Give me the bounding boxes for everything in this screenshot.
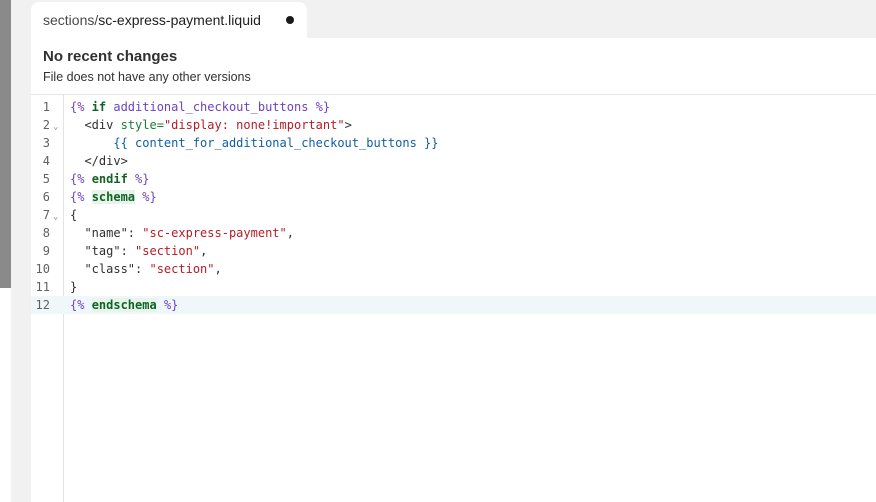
liquid-keyword: endif <box>91 172 128 186</box>
unsaved-indicator-icon[interactable] <box>286 16 294 24</box>
code-line-12[interactable]: 12 {% endschema %} <box>31 296 876 314</box>
code-line-9[interactable]: 9 "tag": "section", <box>31 242 876 260</box>
line-number: 10 <box>35 262 50 276</box>
brace: } <box>70 280 78 294</box>
code-area[interactable]: 1 {% if additional_checkout_buttons %} 2… <box>31 95 876 502</box>
punctuation: , <box>214 262 222 276</box>
code-line-6[interactable]: 6 {% schema %} <box>31 188 876 206</box>
line-number: 3 <box>42 136 50 150</box>
line-number: 6 <box>42 190 50 204</box>
line-number: 2 <box>42 118 50 132</box>
code-line-5[interactable]: 5 {% endif %} <box>31 170 876 188</box>
code-text: {% schema %} <box>70 188 157 206</box>
html-attribute: style= <box>120 118 164 132</box>
version-status-title: No recent changes <box>43 48 178 65</box>
html-tag: </div> <box>70 154 128 168</box>
liquid-keyword: schema <box>91 190 136 204</box>
liquid-object: content_for_additional_checkout_buttons <box>135 136 417 150</box>
code-text: {% endif %} <box>70 170 150 188</box>
liquid-keyword: if <box>84 100 114 114</box>
line-number: 7 <box>42 208 50 222</box>
code-line-10[interactable]: 10 "class": "section", <box>31 260 876 278</box>
tab-path-dir: sections/ <box>43 12 99 28</box>
code-line-11[interactable]: 11 } <box>31 278 876 296</box>
string-value: "display: none!important" <box>163 118 345 132</box>
code-line-2[interactable]: 2 ⌄ <div style="display: none!important"… <box>31 116 876 134</box>
code-text: { <box>70 206 77 224</box>
line-number: 11 <box>35 280 50 294</box>
code-line-3[interactable]: 3 {{ content_for_additional_checkout_but… <box>31 134 876 152</box>
punctuation: , <box>200 244 208 258</box>
line-number: 4 <box>42 154 50 168</box>
code-line-4[interactable]: 4 </div> <box>31 152 876 170</box>
code-text: {{ content_for_additional_checkout_butto… <box>70 134 438 152</box>
liquid-delimiter: {% <box>70 100 85 114</box>
side-gutter <box>11 0 31 502</box>
code-editor-window: sections/sc-express-payment.liquid No re… <box>0 0 876 502</box>
liquid-delimiter: %} <box>127 172 150 186</box>
line-number: 8 <box>42 226 50 240</box>
liquid-delimiter: {{ <box>70 136 136 150</box>
liquid-variable: additional_checkout_buttons <box>113 100 309 114</box>
line-number: 9 <box>42 244 50 258</box>
version-status-subtitle: File does not have any other versions <box>43 70 251 84</box>
html-tag: > <box>344 118 352 132</box>
tab-file-name: sc-express-payment.liquid <box>98 12 261 28</box>
line-number: 12 <box>35 298 50 312</box>
code-text: </div> <box>70 152 128 170</box>
code-text: "class": "section", <box>70 260 222 278</box>
sidebar-scrollbar[interactable] <box>0 0 11 288</box>
liquid-delimiter: {% <box>70 190 92 204</box>
liquid-delimiter: %} <box>156 298 179 312</box>
liquid-delimiter: {% <box>70 298 92 312</box>
json-key: "tag": <box>70 244 136 258</box>
code-line-7[interactable]: 7 ⌄ { <box>31 206 876 224</box>
liquid-delimiter: }} <box>416 136 439 150</box>
code-text: "tag": "section", <box>70 242 207 260</box>
file-tab[interactable]: sections/sc-express-payment.liquid <box>31 2 307 38</box>
code-text: {% if additional_checkout_buttons %} <box>70 98 330 116</box>
code-text: "name": "sc-express-payment", <box>70 224 294 242</box>
liquid-delimiter: %} <box>135 190 157 204</box>
json-key: "class": <box>70 262 150 276</box>
liquid-keyword: endschema <box>91 298 157 312</box>
line-number: 5 <box>42 172 50 186</box>
liquid-delimiter: {% <box>70 172 92 186</box>
liquid-delimiter: %} <box>308 100 331 114</box>
editor-panel: No recent changes File does not have any… <box>31 38 876 502</box>
string-value: "section" <box>149 262 215 276</box>
code-line-8[interactable]: 8 "name": "sc-express-payment", <box>31 224 876 242</box>
code-line-1[interactable]: 1 {% if additional_checkout_buttons %} <box>31 98 876 116</box>
html-tag: <div <box>70 118 121 132</box>
code-text: <div style="display: none!important"> <box>70 116 352 134</box>
code-text: {% endschema %} <box>70 296 178 314</box>
code-text: } <box>70 278 77 296</box>
brace: { <box>70 208 78 222</box>
line-number: 1 <box>42 100 50 114</box>
punctuation: , <box>286 226 294 240</box>
json-key: "name": <box>70 226 143 240</box>
string-value: "sc-express-payment" <box>142 226 287 240</box>
string-value: "section" <box>135 244 201 258</box>
